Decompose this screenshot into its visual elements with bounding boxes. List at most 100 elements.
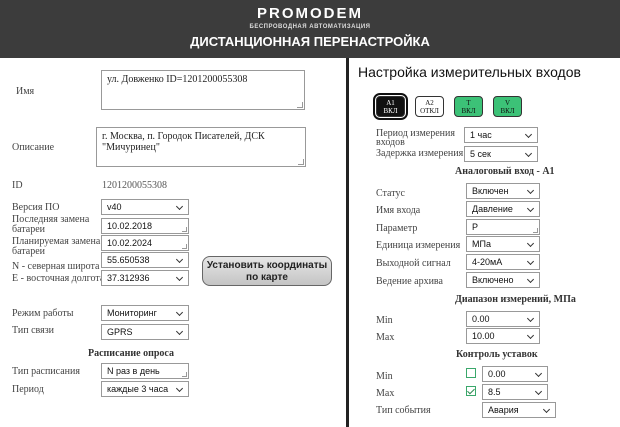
range-min-label: Min xyxy=(376,315,393,326)
parameter-field[interactable]: Р xyxy=(466,219,540,235)
event-type-value: Авария xyxy=(488,405,519,415)
input-name-select[interactable]: Давление xyxy=(466,201,540,217)
chevron-down-icon xyxy=(175,384,184,393)
latitude-value: 55.650538 xyxy=(107,255,150,265)
description-field[interactable]: г. Москва, п. Городок Писателей, ДСК "Ми… xyxy=(96,127,306,167)
schedule-type-field[interactable]: N раз в день xyxy=(101,363,189,379)
set-coordinates-line1: Установить координаты xyxy=(206,260,328,271)
range-max-select[interactable]: 10.00 xyxy=(466,328,540,344)
id-value: 1201200055308 xyxy=(102,180,167,191)
input-name-label: Имя входа xyxy=(376,205,421,216)
signal-label: Выходной сигнал xyxy=(376,258,451,269)
status-select[interactable]: Включен xyxy=(466,183,540,199)
name-field[interactable]: ул. Довженко ID=1201200055308 xyxy=(101,70,305,110)
name-label: Имя xyxy=(16,86,35,97)
channel-v-toggle[interactable]: V ВКЛ xyxy=(493,96,522,117)
channel-a1-toggle[interactable]: A1 ВКЛ xyxy=(373,93,408,120)
measure-delay-label: Задержка измерения xyxy=(376,148,464,159)
input-name-value: Давление xyxy=(472,204,513,214)
chevron-down-icon xyxy=(175,327,184,336)
period-select[interactable]: каждые 3 часа xyxy=(101,381,189,397)
longitude-field[interactable]: 37.312936 xyxy=(101,270,189,286)
channel-t-toggle[interactable]: T ВКЛ xyxy=(454,96,483,117)
control-max-select[interactable]: 8.5 xyxy=(482,384,548,400)
link-type-label: Тип связи xyxy=(12,325,54,336)
page-title: ДИСТАНЦИОННАЯ ПЕРЕНАСТРОЙКА xyxy=(190,34,430,49)
last-battery-field[interactable]: 10.02.2018 xyxy=(101,218,189,234)
signal-select[interactable]: 4-20мА xyxy=(466,254,540,270)
firmware-select[interactable]: v40 xyxy=(101,199,189,215)
latitude-field[interactable]: 55.650538 xyxy=(101,252,189,268)
measure-period-select[interactable]: 1 час xyxy=(464,127,538,143)
description-label: Описание xyxy=(12,142,55,153)
range-min-select[interactable]: 0.00 xyxy=(466,311,540,327)
inputs-settings-title: Настройка измерительных входов xyxy=(358,64,581,80)
measure-period-value: 1 час xyxy=(470,130,492,140)
unit-select[interactable]: МПа xyxy=(466,236,540,252)
last-battery-label: Последняя замена батареи xyxy=(12,214,90,235)
status-value: Включен xyxy=(472,186,509,196)
range-max-value: 10.00 xyxy=(472,331,495,341)
chevron-down-icon xyxy=(526,257,535,266)
schedule-heading: Расписание опроса xyxy=(88,348,174,359)
mode-select[interactable]: Мониторинг xyxy=(101,305,189,321)
control-max-checkbox[interactable] xyxy=(466,386,476,396)
chevron-down-icon xyxy=(526,314,535,323)
brand-logo: PROMODEM xyxy=(257,5,363,22)
control-min-checkbox[interactable] xyxy=(466,368,476,378)
range-heading: Диапазон измерений, МПа xyxy=(455,294,576,305)
chevron-down-icon xyxy=(524,130,533,139)
panel-divider xyxy=(346,58,349,427)
app-header: PROMODEM БЕСПРОВОДНАЯ АВТОМАТИЗАЦИЯ ДИСТ… xyxy=(0,0,620,58)
chevron-down-icon xyxy=(524,149,533,158)
control-min-label: Min xyxy=(376,371,393,382)
measure-delay-value: 5 сек xyxy=(470,149,491,159)
range-min-value: 0.00 xyxy=(472,314,490,324)
period-value: каждые 3 часа xyxy=(107,384,169,394)
archive-label: Ведение архива xyxy=(376,276,443,287)
event-type-label: Тип события xyxy=(376,405,431,416)
firmware-value: v40 xyxy=(107,202,122,212)
parameter-label: Параметр xyxy=(376,223,418,234)
chevron-down-icon xyxy=(175,273,184,282)
link-type-value: GPRS xyxy=(107,327,133,337)
schedule-type-label: Тип расписания xyxy=(12,366,80,377)
firmware-label: Версия ПО xyxy=(12,202,60,213)
archive-value: Включено xyxy=(472,275,514,285)
measure-period-label: Период измерения входов xyxy=(376,128,455,148)
chevron-down-icon xyxy=(542,405,551,414)
unit-value: МПа xyxy=(472,239,491,249)
set-coordinates-button[interactable]: Установить координаты по карте xyxy=(202,256,332,286)
signal-value: 4-20мА xyxy=(472,257,503,267)
mode-value: Мониторинг xyxy=(107,308,157,318)
latitude-label: N - северная широта xyxy=(12,261,100,272)
planned-battery-field[interactable]: 10.02.2024 xyxy=(101,235,189,251)
chevron-down-icon xyxy=(534,369,543,378)
brand-tagline: БЕСПРОВОДНАЯ АВТОМАТИЗАЦИЯ xyxy=(249,24,371,30)
status-label: Статус xyxy=(376,188,405,199)
period-label: Период xyxy=(12,384,44,395)
event-type-select[interactable]: Авария xyxy=(482,402,556,418)
chevron-down-icon xyxy=(175,255,184,264)
channel-a2-toggle[interactable]: A2 ОТКЛ xyxy=(415,96,444,117)
archive-select[interactable]: Включено xyxy=(466,272,540,288)
chevron-down-icon xyxy=(526,204,535,213)
mode-label: Режим работы xyxy=(12,308,74,319)
measure-delay-select[interactable]: 5 сек xyxy=(464,146,538,162)
chevron-down-icon xyxy=(526,239,535,248)
control-min-select[interactable]: 0.00 xyxy=(482,366,548,382)
chevron-down-icon xyxy=(526,186,535,195)
longitude-value: 37.312936 xyxy=(107,273,150,283)
control-max-label: Max xyxy=(376,388,395,399)
control-heading: Контроль уставок xyxy=(456,349,538,360)
unit-label: Единица измерения xyxy=(376,240,461,251)
analog-input-heading: Аналоговый вход - A1 xyxy=(455,166,555,177)
range-max-label: Max xyxy=(376,332,395,343)
set-coordinates-line2: по карте xyxy=(246,272,288,283)
link-type-select[interactable]: GPRS xyxy=(101,324,189,340)
chevron-down-icon xyxy=(526,275,535,284)
chevron-down-icon xyxy=(534,387,543,396)
chevron-down-icon xyxy=(175,308,184,317)
chevron-down-icon xyxy=(526,331,535,340)
chevron-down-icon xyxy=(175,202,184,211)
